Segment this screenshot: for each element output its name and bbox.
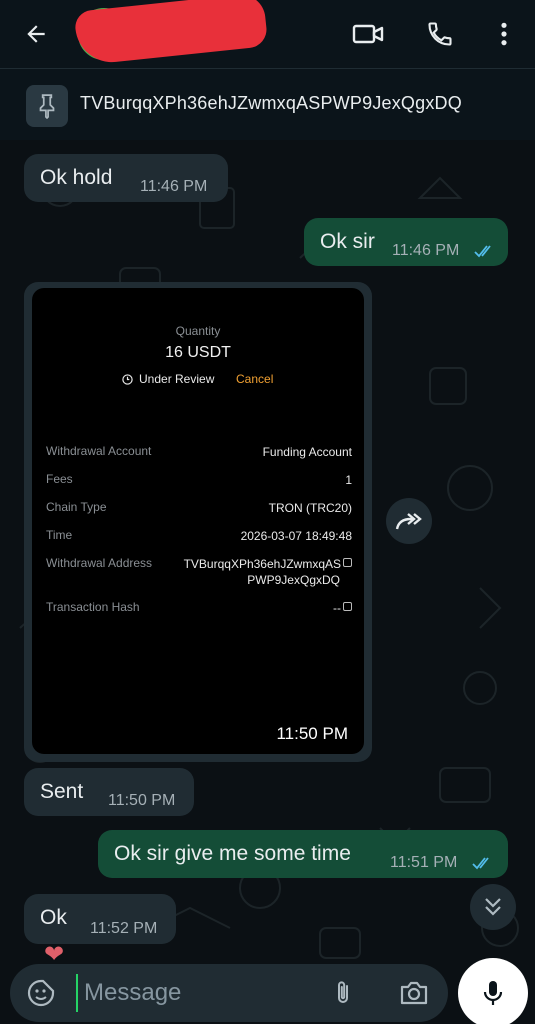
message-text: Ok sir give me some time (114, 842, 351, 865)
voice-call-icon (428, 22, 452, 46)
message-text: Ok hold (40, 166, 113, 189)
withdrawal-screenshot-image[interactable]: Quantity 16 USDT Under Review Cancel Wit… (32, 288, 364, 754)
video-call-button[interactable] (348, 14, 388, 54)
message-bubble-incoming[interactable]: Ok 11:52 PM (24, 894, 176, 944)
clock-icon (122, 373, 133, 385)
row-value: 1 (345, 473, 352, 487)
pin-icon (26, 85, 68, 127)
row-label: Chain Type (46, 500, 107, 514)
message-time: 11:52 PM (90, 920, 158, 937)
message-time: 11:50 PM (276, 724, 348, 743)
row-value: 2026-03-07 18:49:48 (240, 529, 352, 543)
back-arrow-icon (27, 25, 45, 43)
message-input[interactable] (76, 974, 316, 1012)
message-bubble-outgoing[interactable]: Ok sir give me some time 11:51 PM (98, 830, 508, 878)
scroll-to-bottom-button[interactable] (470, 884, 516, 930)
forward-button[interactable] (386, 498, 432, 544)
message-bubble-outgoing[interactable]: Ok sir 11:46 PM (304, 218, 508, 266)
transaction-hash-value: -- (333, 601, 341, 615)
withdrawal-address-value: TVBurqqXPh36ehJZwmxqAS PWP9JexQgxDQ (184, 556, 352, 588)
cancel-link: Cancel (236, 372, 274, 386)
message-time: 11:50 PM (108, 792, 176, 809)
sticker-emoji-icon[interactable] (26, 978, 56, 1008)
address-line-2: PWP9JexQgxDQ (247, 573, 340, 587)
quantity-value: 16 USDT (165, 344, 231, 361)
attach-icon[interactable] (328, 978, 358, 1008)
row-label: Transaction Hash (46, 600, 140, 614)
read-receipt-icon (474, 245, 491, 258)
message-bubble-incoming[interactable]: Ok hold 11:46 PM (24, 154, 228, 202)
message-time: 11:46 PM (392, 242, 460, 259)
microphone-icon (483, 981, 503, 1005)
pinned-message-text: TVBurqqXPh36ehJZwmxqASPWP9JexQgxDQ (80, 93, 462, 113)
message-composer (10, 964, 448, 1022)
copy-icon (343, 558, 352, 567)
row-label: Time (46, 528, 73, 542)
chat-header (0, 0, 535, 68)
back-button[interactable] (16, 14, 56, 54)
row-value: Funding Account (262, 445, 352, 459)
redaction-scribble (73, 0, 269, 66)
quantity-label: Quantity (175, 324, 221, 338)
row-label: Fees (46, 472, 73, 486)
more-options-icon (501, 22, 507, 46)
row-label: Withdrawal Address (46, 556, 153, 570)
message-time: 11:46 PM (140, 178, 208, 195)
voice-call-button[interactable] (420, 14, 460, 54)
image-message-bubble[interactable]: Quantity 16 USDT Under Review Cancel Wit… (24, 282, 372, 762)
row-value: TRON (TRC20) (268, 501, 352, 515)
row-label: Withdrawal Account (46, 444, 152, 458)
voice-message-button[interactable] (458, 958, 528, 1024)
address-line-1: TVBurqqXPh36ehJZwmxqAS (183, 557, 341, 571)
double-chevron-down-icon (485, 898, 501, 916)
review-status: Under Review (122, 372, 214, 386)
message-text: Sent (40, 780, 84, 803)
video-call-icon (352, 24, 384, 44)
forward-icon (395, 513, 422, 530)
message-bubble-incoming[interactable]: Sent 11:50 PM (24, 768, 194, 816)
status-text: Under Review (139, 372, 215, 386)
copy-icon (343, 602, 352, 611)
message-time: 11:51 PM (390, 854, 458, 871)
read-receipt-icon (472, 857, 489, 870)
pinned-message-bar[interactable]: TVBurqqXPh36ehJZwmxqASPWP9JexQgxDQ (0, 68, 535, 140)
message-text: Ok (40, 906, 67, 929)
message-text: Ok sir (320, 230, 375, 253)
more-options-button[interactable] (484, 14, 524, 54)
camera-icon[interactable] (398, 978, 430, 1008)
row-value: -- (333, 600, 352, 616)
